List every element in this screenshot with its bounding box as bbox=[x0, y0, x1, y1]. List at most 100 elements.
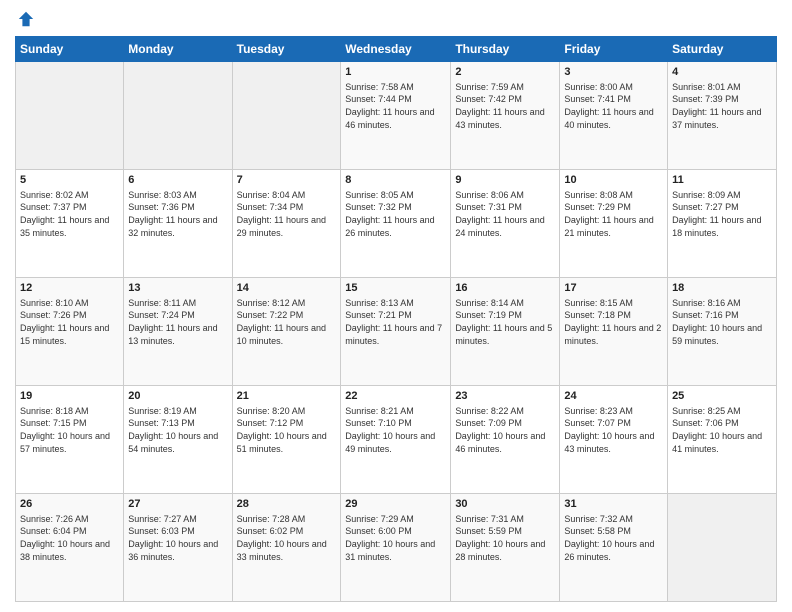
day-info: Daylight: 10 hours and 31 minutes. bbox=[345, 538, 446, 563]
day-info: Sunrise: 8:13 AM bbox=[345, 297, 446, 310]
day-info: Sunrise: 7:27 AM bbox=[128, 513, 227, 526]
day-info: Sunset: 7:36 PM bbox=[128, 201, 227, 214]
day-info: Sunset: 7:18 PM bbox=[564, 309, 663, 322]
day-number: 31 bbox=[564, 497, 663, 512]
day-info: Sunset: 7:37 PM bbox=[20, 201, 119, 214]
day-info: Sunset: 7:39 PM bbox=[672, 93, 772, 106]
day-info: Sunset: 6:04 PM bbox=[20, 525, 119, 538]
day-info: Sunset: 5:59 PM bbox=[455, 525, 555, 538]
calendar-day-cell: 14Sunrise: 8:12 AMSunset: 7:22 PMDayligh… bbox=[232, 278, 341, 386]
logo-text bbox=[15, 10, 35, 28]
day-info: Sunrise: 8:18 AM bbox=[20, 405, 119, 418]
calendar-day-cell: 8Sunrise: 8:05 AMSunset: 7:32 PMDaylight… bbox=[341, 170, 451, 278]
calendar-day-cell bbox=[124, 62, 232, 170]
day-info: Sunrise: 8:23 AM bbox=[564, 405, 663, 418]
day-number: 27 bbox=[128, 497, 227, 512]
day-info: Sunset: 7:34 PM bbox=[237, 201, 337, 214]
day-number: 10 bbox=[564, 173, 663, 188]
day-info: Daylight: 10 hours and 51 minutes. bbox=[237, 430, 337, 455]
day-info: Daylight: 10 hours and 26 minutes. bbox=[564, 538, 663, 563]
calendar-week-row: 12Sunrise: 8:10 AMSunset: 7:26 PMDayligh… bbox=[16, 278, 777, 386]
day-info: Sunset: 7:22 PM bbox=[237, 309, 337, 322]
day-info: Daylight: 11 hours and 5 minutes. bbox=[455, 322, 555, 347]
day-info: Sunset: 7:42 PM bbox=[455, 93, 555, 106]
calendar-day-cell: 23Sunrise: 8:22 AMSunset: 7:09 PMDayligh… bbox=[451, 386, 560, 494]
calendar-day-cell: 10Sunrise: 8:08 AMSunset: 7:29 PMDayligh… bbox=[560, 170, 668, 278]
day-number: 15 bbox=[345, 281, 446, 296]
logo-icon bbox=[17, 10, 35, 28]
day-info: Daylight: 11 hours and 7 minutes. bbox=[345, 322, 446, 347]
day-info: Sunrise: 8:10 AM bbox=[20, 297, 119, 310]
calendar-day-cell: 22Sunrise: 8:21 AMSunset: 7:10 PMDayligh… bbox=[341, 386, 451, 494]
day-info: Daylight: 10 hours and 41 minutes. bbox=[672, 430, 772, 455]
day-info: Daylight: 10 hours and 38 minutes. bbox=[20, 538, 119, 563]
day-info: Sunrise: 8:01 AM bbox=[672, 81, 772, 94]
calendar-day-header: Wednesday bbox=[341, 37, 451, 62]
day-info: Sunset: 7:10 PM bbox=[345, 417, 446, 430]
calendar-day-header: Saturday bbox=[668, 37, 777, 62]
day-info: Sunrise: 8:02 AM bbox=[20, 189, 119, 202]
day-info: Sunrise: 8:21 AM bbox=[345, 405, 446, 418]
day-info: Sunset: 7:13 PM bbox=[128, 417, 227, 430]
day-info: Sunrise: 8:05 AM bbox=[345, 189, 446, 202]
calendar-day-cell: 21Sunrise: 8:20 AMSunset: 7:12 PMDayligh… bbox=[232, 386, 341, 494]
day-info: Sunrise: 7:59 AM bbox=[455, 81, 555, 94]
day-info: Sunrise: 7:26 AM bbox=[20, 513, 119, 526]
calendar-day-cell: 7Sunrise: 8:04 AMSunset: 7:34 PMDaylight… bbox=[232, 170, 341, 278]
day-info: Daylight: 11 hours and 24 minutes. bbox=[455, 214, 555, 239]
day-info: Sunrise: 8:04 AM bbox=[237, 189, 337, 202]
day-number: 19 bbox=[20, 389, 119, 404]
calendar-day-cell: 11Sunrise: 8:09 AMSunset: 7:27 PMDayligh… bbox=[668, 170, 777, 278]
calendar-day-cell: 30Sunrise: 7:31 AMSunset: 5:59 PMDayligh… bbox=[451, 494, 560, 602]
calendar-day-cell: 5Sunrise: 8:02 AMSunset: 7:37 PMDaylight… bbox=[16, 170, 124, 278]
day-number: 23 bbox=[455, 389, 555, 404]
day-info: Daylight: 10 hours and 46 minutes. bbox=[455, 430, 555, 455]
day-info: Sunset: 7:41 PM bbox=[564, 93, 663, 106]
day-info: Sunrise: 8:15 AM bbox=[564, 297, 663, 310]
calendar-day-header: Tuesday bbox=[232, 37, 341, 62]
calendar-day-cell: 1Sunrise: 7:58 AMSunset: 7:44 PMDaylight… bbox=[341, 62, 451, 170]
day-info: Sunset: 6:02 PM bbox=[237, 525, 337, 538]
calendar-day-cell bbox=[668, 494, 777, 602]
day-info: Sunrise: 7:28 AM bbox=[237, 513, 337, 526]
day-info: Sunset: 7:21 PM bbox=[345, 309, 446, 322]
calendar-day-cell: 3Sunrise: 8:00 AMSunset: 7:41 PMDaylight… bbox=[560, 62, 668, 170]
calendar-day-cell bbox=[16, 62, 124, 170]
calendar-day-cell: 25Sunrise: 8:25 AMSunset: 7:06 PMDayligh… bbox=[668, 386, 777, 494]
calendar-day-header: Friday bbox=[560, 37, 668, 62]
calendar-day-cell: 9Sunrise: 8:06 AMSunset: 7:31 PMDaylight… bbox=[451, 170, 560, 278]
calendar-day-cell: 15Sunrise: 8:13 AMSunset: 7:21 PMDayligh… bbox=[341, 278, 451, 386]
calendar-day-cell: 6Sunrise: 8:03 AMSunset: 7:36 PMDaylight… bbox=[124, 170, 232, 278]
day-number: 24 bbox=[564, 389, 663, 404]
day-number: 9 bbox=[455, 173, 555, 188]
day-info: Daylight: 10 hours and 28 minutes. bbox=[455, 538, 555, 563]
day-number: 8 bbox=[345, 173, 446, 188]
day-number: 26 bbox=[20, 497, 119, 512]
calendar-day-header: Monday bbox=[124, 37, 232, 62]
calendar-week-row: 5Sunrise: 8:02 AMSunset: 7:37 PMDaylight… bbox=[16, 170, 777, 278]
day-info: Daylight: 11 hours and 46 minutes. bbox=[345, 106, 446, 131]
day-info: Sunrise: 8:11 AM bbox=[128, 297, 227, 310]
day-number: 20 bbox=[128, 389, 227, 404]
day-number: 29 bbox=[345, 497, 446, 512]
day-info: Sunset: 7:31 PM bbox=[455, 201, 555, 214]
day-info: Sunrise: 8:16 AM bbox=[672, 297, 772, 310]
calendar-week-row: 26Sunrise: 7:26 AMSunset: 6:04 PMDayligh… bbox=[16, 494, 777, 602]
day-number: 1 bbox=[345, 65, 446, 80]
day-info: Sunset: 7:29 PM bbox=[564, 201, 663, 214]
day-number: 30 bbox=[455, 497, 555, 512]
calendar-day-cell: 19Sunrise: 8:18 AMSunset: 7:15 PMDayligh… bbox=[16, 386, 124, 494]
day-info: Sunrise: 7:31 AM bbox=[455, 513, 555, 526]
day-info: Daylight: 11 hours and 13 minutes. bbox=[128, 322, 227, 347]
day-info: Daylight: 11 hours and 21 minutes. bbox=[564, 214, 663, 239]
calendar-day-cell: 27Sunrise: 7:27 AMSunset: 6:03 PMDayligh… bbox=[124, 494, 232, 602]
day-info: Daylight: 11 hours and 18 minutes. bbox=[672, 214, 772, 239]
calendar-day-cell: 20Sunrise: 8:19 AMSunset: 7:13 PMDayligh… bbox=[124, 386, 232, 494]
day-info: Sunset: 7:19 PM bbox=[455, 309, 555, 322]
day-info: Sunrise: 8:06 AM bbox=[455, 189, 555, 202]
calendar-day-cell: 29Sunrise: 7:29 AMSunset: 6:00 PMDayligh… bbox=[341, 494, 451, 602]
day-info: Sunset: 7:15 PM bbox=[20, 417, 119, 430]
day-info: Daylight: 11 hours and 43 minutes. bbox=[455, 106, 555, 131]
day-info: Sunset: 7:24 PM bbox=[128, 309, 227, 322]
calendar-day-cell: 31Sunrise: 7:32 AMSunset: 5:58 PMDayligh… bbox=[560, 494, 668, 602]
